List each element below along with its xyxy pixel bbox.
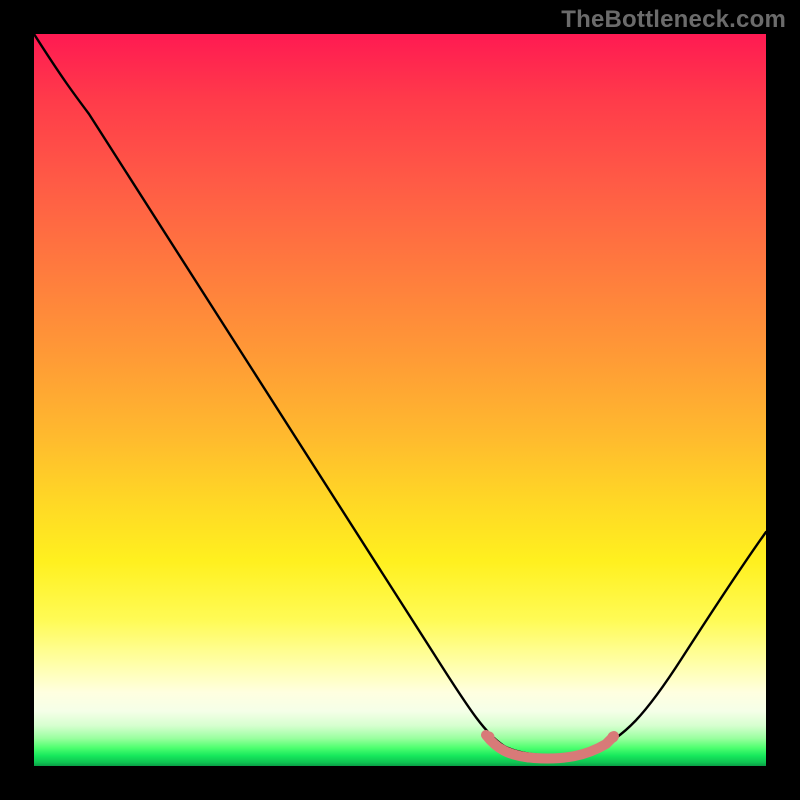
minimum-marker-right-cap	[608, 732, 619, 743]
minimum-marker-left-cap	[484, 732, 495, 743]
curve-path	[34, 34, 766, 756]
bottleneck-curve	[34, 34, 766, 766]
chart-frame: TheBottleneck.com	[0, 0, 800, 800]
plot-area	[34, 34, 766, 766]
minimum-marker	[486, 735, 614, 758]
watermark-text: TheBottleneck.com	[561, 6, 786, 34]
